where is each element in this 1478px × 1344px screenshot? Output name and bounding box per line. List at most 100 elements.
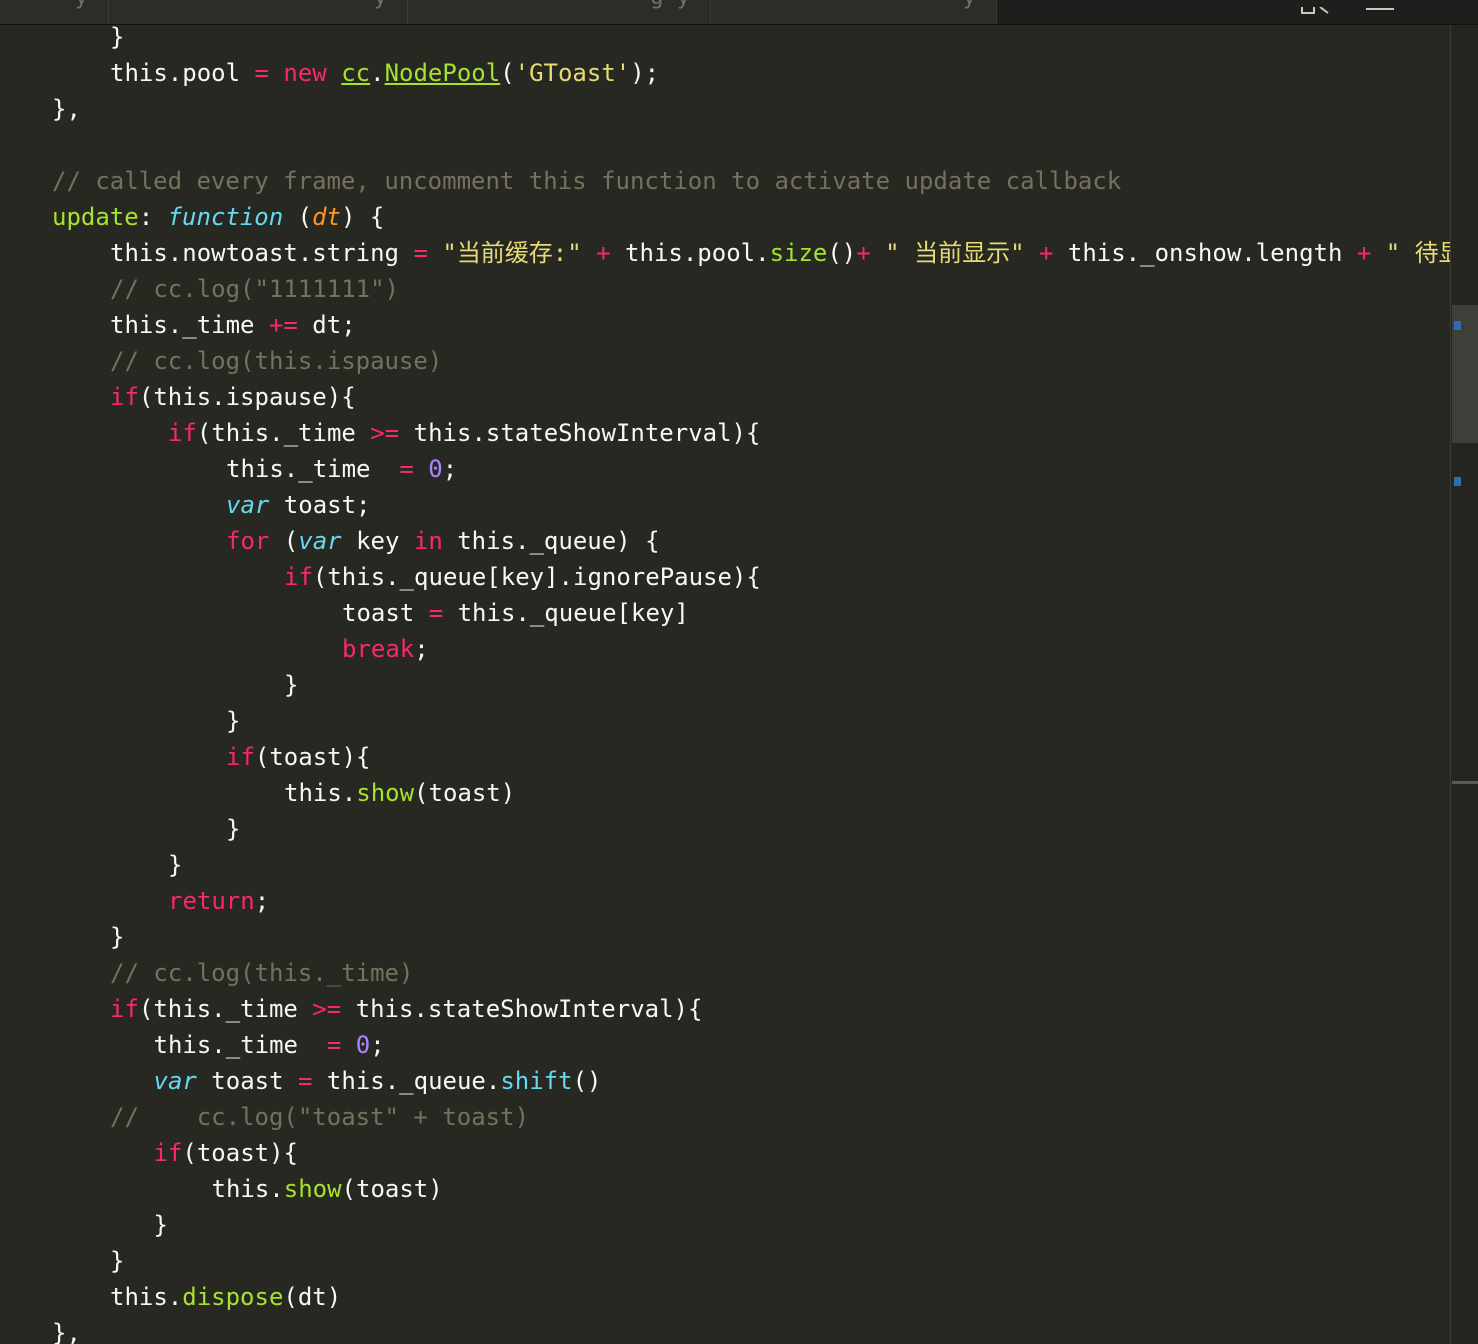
code-token: this.nowtoast.string bbox=[110, 239, 414, 267]
code-line[interactable]: if(toast){ bbox=[154, 1135, 299, 1171]
code-token: (toast) bbox=[414, 779, 516, 807]
code-line[interactable]: toast = this._queue[key] bbox=[342, 595, 689, 631]
code-line[interactable]: }, bbox=[52, 91, 81, 127]
code-token: (this._time bbox=[138, 995, 313, 1023]
code-line[interactable]: return; bbox=[168, 883, 269, 919]
code-line[interactable]: break; bbox=[342, 631, 429, 667]
code-token: ; bbox=[414, 635, 429, 663]
code-token: dt bbox=[312, 203, 342, 231]
code-editor[interactable]: } this.pool = new cc.NodePool('GToast');}… bbox=[0, 25, 1450, 1344]
code-line[interactable]: this._time = 0; bbox=[154, 1027, 385, 1063]
code-token: shift bbox=[500, 1067, 573, 1095]
code-token: ( bbox=[283, 203, 313, 231]
code-line[interactable]: // cc.log(this.ispause) bbox=[110, 343, 442, 379]
code-line[interactable]: update: function (dt) { bbox=[52, 199, 384, 235]
code-line[interactable]: } bbox=[154, 1207, 168, 1243]
code-token: var bbox=[226, 491, 270, 519]
code-token: this._time bbox=[226, 455, 400, 483]
scroll-marker bbox=[1454, 477, 1461, 486]
code-token: for bbox=[226, 527, 270, 555]
tab-3[interactable]: g y bbox=[408, 0, 711, 24]
tab-4[interactable]: y bbox=[711, 0, 997, 24]
code-token: in bbox=[413, 527, 443, 555]
code-token: (this.ispause){ bbox=[138, 383, 356, 411]
code-line[interactable]: } bbox=[110, 1243, 124, 1279]
code-line[interactable]: if(this._time >= this.stateShowInterval)… bbox=[110, 991, 702, 1027]
code-token: ( bbox=[269, 527, 299, 555]
editor-scrollbar[interactable] bbox=[1450, 25, 1478, 1344]
code-line[interactable]: for (var key in this._queue) { bbox=[226, 523, 660, 559]
code-token: var bbox=[298, 527, 342, 555]
code-token: + bbox=[596, 239, 611, 267]
code-line[interactable]: this._time += dt; bbox=[110, 307, 356, 343]
code-token: . bbox=[370, 59, 385, 87]
code-line[interactable]: // cc.log("1111111") bbox=[110, 271, 399, 307]
search-icon[interactable] bbox=[1300, 0, 1332, 14]
code-line[interactable]: if(this.ispause){ bbox=[110, 379, 356, 415]
code-line[interactable]: this.show(toast) bbox=[212, 1171, 443, 1207]
code-token: + bbox=[856, 239, 871, 267]
code-line[interactable]: if(toast){ bbox=[226, 739, 371, 775]
code-token: this. bbox=[110, 1283, 183, 1311]
code-line[interactable]: if(this._time >= this.stateShowInterval)… bbox=[168, 415, 760, 451]
code-line[interactable]: this.dispose(dt) bbox=[110, 1279, 341, 1315]
code-token: } bbox=[226, 707, 241, 735]
code-line[interactable]: var toast = this._queue.shift() bbox=[154, 1063, 602, 1099]
code-token: } bbox=[153, 1211, 168, 1239]
code-token: } bbox=[110, 25, 125, 51]
code-token: } bbox=[168, 851, 183, 879]
code-token: if bbox=[153, 1139, 183, 1167]
code-line[interactable]: var toast; bbox=[226, 487, 371, 523]
code-token: >= bbox=[312, 995, 342, 1023]
code-line[interactable]: } bbox=[226, 703, 240, 739]
code-line[interactable]: this.nowtoast.string = "当前缓存:" + this.po… bbox=[110, 235, 1450, 271]
code-line[interactable]: // cc.log("toast" + toast) bbox=[110, 1099, 529, 1135]
code-token: (toast) bbox=[341, 1175, 443, 1203]
code-line[interactable]: this.show(toast) bbox=[284, 775, 515, 811]
code-token: update bbox=[52, 203, 139, 231]
code-token: (this._queue[key].ignorePause){ bbox=[312, 563, 761, 591]
code-line[interactable]: this.pool = new cc.NodePool('GToast'); bbox=[110, 55, 659, 91]
code-line[interactable]: }, bbox=[52, 1315, 81, 1344]
code-line[interactable]: } bbox=[226, 811, 240, 847]
code-line[interactable]: // called every frame, uncomment this fu… bbox=[52, 163, 1121, 199]
code-line[interactable]: } bbox=[284, 667, 298, 703]
code-line[interactable]: } bbox=[110, 919, 124, 955]
code-token: " 待显示 bbox=[1385, 239, 1450, 267]
code-token: } bbox=[110, 1247, 125, 1275]
code-line[interactable]: } bbox=[168, 847, 182, 883]
code-token: dispose bbox=[182, 1283, 284, 1311]
code-token: = bbox=[399, 455, 414, 483]
code-token: this._time bbox=[110, 311, 269, 339]
code-line[interactable]: } bbox=[110, 25, 124, 55]
code-token: this.pool bbox=[110, 59, 255, 87]
code-token: NodePool bbox=[384, 59, 501, 87]
code-token: this.pool. bbox=[610, 239, 770, 267]
scroll-marker bbox=[1454, 321, 1461, 330]
code-token: } bbox=[284, 671, 299, 699]
code-token: if bbox=[226, 743, 255, 771]
code-token: break bbox=[342, 635, 415, 663]
tab-bar: y y g y y bbox=[0, 0, 1478, 25]
code-token: size bbox=[769, 239, 828, 267]
tab-label: y bbox=[731, 0, 976, 10]
code-token: // cc.log("1111111") bbox=[110, 275, 399, 303]
menu-icon[interactable] bbox=[1364, 0, 1396, 10]
code-token: // cc.log("toast" + toast) bbox=[110, 1103, 530, 1131]
code-token: this._queue) { bbox=[442, 527, 660, 555]
scroll-divider bbox=[1452, 781, 1478, 784]
code-token: = bbox=[326, 1031, 342, 1059]
tab-1[interactable]: y bbox=[0, 0, 109, 24]
code-token: } bbox=[110, 923, 125, 951]
code-line[interactable]: this._time = 0; bbox=[226, 451, 457, 487]
code-line[interactable]: if(this._queue[key].ignorePause){ bbox=[284, 559, 761, 595]
code-line[interactable]: // cc.log(this._time) bbox=[110, 955, 413, 991]
code-token: ); bbox=[630, 59, 660, 87]
code-token: show bbox=[356, 779, 415, 807]
tab-2[interactable]: y bbox=[109, 0, 408, 24]
code-token: ; bbox=[254, 887, 270, 915]
